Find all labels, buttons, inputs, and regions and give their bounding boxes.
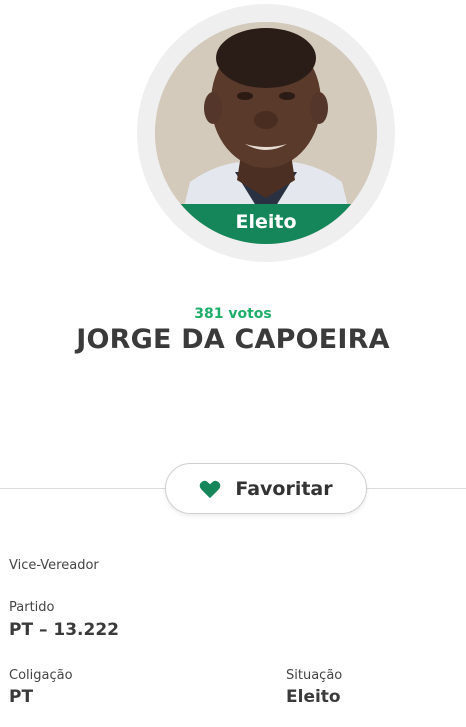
situation-label: Situação (286, 668, 343, 683)
avatar: Eleito (155, 22, 377, 244)
role-text: Vice-Vereador (9, 558, 99, 573)
votes-count: 381 votos (194, 306, 272, 322)
favorite-label: Favoritar (235, 477, 333, 500)
situation-value: Eleito (286, 687, 341, 707)
coalition-value: PT (9, 687, 34, 707)
party-label: Partido (9, 600, 55, 615)
favorite-button[interactable]: Favoritar (165, 463, 367, 514)
heart-icon (199, 480, 221, 498)
party-value: PT – 13.222 (9, 620, 119, 640)
coalition-label: Coligação (9, 668, 73, 683)
elected-badge: Eleito (155, 204, 377, 244)
candidate-name: JORGE DA CAPOEIRA (76, 324, 390, 355)
